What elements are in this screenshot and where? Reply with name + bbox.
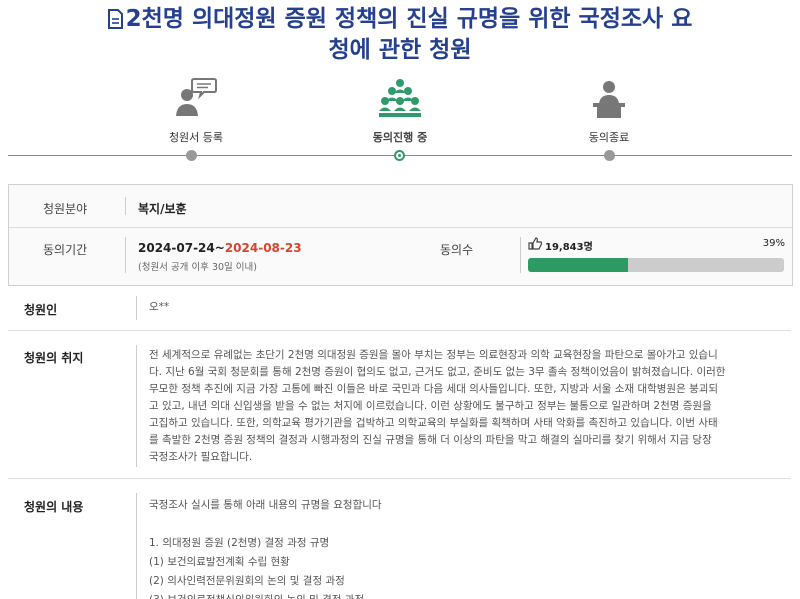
content-line: 1. 의대정원 증원 (2천명) 결정 과정 규명 [149, 537, 330, 549]
purpose-line: 국정조사가 필요합니다. [149, 451, 253, 463]
content-line: (3) 보건의료정책심의위원회의 논의 및 결정 과정 [149, 591, 785, 599]
period-start: 2024-07-24~ [138, 241, 225, 255]
content-line: (2) 의사인력전문위원회의 논의 및 결정 과정 [149, 575, 345, 587]
petitioner-label: 청원인 [24, 303, 58, 317]
divider [125, 237, 126, 273]
purpose-line: 다. 지난 6월 국회 청문회를 통해 2천명 증원이 협의도 없고, 근거도 … [149, 366, 726, 378]
petitioner-speaking-icon [176, 78, 217, 116]
petitioner-section: 청원인 오** [8, 286, 791, 331]
petition-title-line2: 청에 관한 청원 [328, 37, 472, 63]
step-registration: 청원서 등록 [126, 76, 266, 145]
document-icon [107, 9, 123, 29]
purpose-text: 전 세계적으로 유례없는 초단기 2천명 의대정원 증원을 몰아 부치는 정부는… [149, 347, 785, 466]
divider [136, 345, 137, 467]
divider [520, 237, 521, 273]
petitioner-value: 오** [149, 301, 170, 313]
field-value: 복지/보훈 [138, 202, 187, 216]
content-intro: 국정조사 실시를 통해 아래 내용의 규명을 요청합니다 [149, 499, 382, 511]
purpose-line: 를 촉발한 2천명 증원 정책의 결정과 시행과정의 진실 규명을 통해 더 이… [149, 434, 712, 446]
divider [125, 197, 126, 215]
thumbs-up-icon [528, 237, 542, 250]
divider [136, 493, 137, 599]
group-people-icon [379, 79, 421, 117]
step-dot-closed [604, 150, 615, 161]
content-label: 청원의 내용 [24, 500, 84, 514]
info-row-field: 청원분야 복지/보훈 [9, 185, 792, 228]
period-label: 동의기간 [43, 243, 88, 257]
step-closed-label: 동의종료 [588, 131, 630, 144]
step-dot-in-progress [394, 150, 405, 161]
purpose-line: 전 세계적으로 유례없는 초단기 2천명 의대정원 증원을 몰아 부치는 정부는… [149, 349, 718, 361]
period-note: (청원서 공개 이후 30일 이내) [138, 262, 257, 273]
purpose-line: 무모한 정책 추진에 지금 가장 고통에 빠진 이들은 바로 국민과 다음 세대… [149, 383, 719, 395]
petition-info-box: 청원분야 복지/보훈 동의기간 2024-07-24~2024-08-23 (청… [8, 184, 793, 286]
purpose-label: 청원의 취지 [24, 351, 84, 365]
step-closed: 동의종료 [539, 76, 679, 145]
period-end: 2024-08-23 [224, 241, 302, 255]
podium-person-icon [593, 81, 625, 118]
agree-count-label: 동의수 [440, 243, 474, 257]
petition-title: 2천명 의대정원 증원 정책의 진실 규명을 위한 국정조사 요 청에 관한 청… [0, 4, 800, 66]
agree-percent: 39% [762, 238, 785, 249]
step-in-progress-label: 동의진행 중 [372, 131, 428, 144]
period-dates: 2024-07-24~2024-08-23 [138, 241, 302, 255]
step-in-progress: 동의진행 중 [330, 76, 470, 145]
divider [136, 296, 137, 320]
content-line: (1) 보건의료발전계획 수립 현황 [149, 556, 290, 568]
agree-progress-bar [528, 258, 784, 272]
purpose-line: 고집하고 있습니다. 또한, 의학교육 평가기관을 겁박하고 의학교육의 부실화… [149, 417, 718, 429]
content-text: 국정조사 실시를 통해 아래 내용의 규명을 요청합니다 1. 의대정원 증원 … [149, 496, 785, 599]
purpose-line: 고 있고, 내년 의대 신입생을 받을 수 없는 처지에 이르렀습니다. 이런 … [149, 400, 712, 412]
field-label: 청원분야 [43, 202, 88, 216]
petition-title-text-1: 2천명 의대정원 증원 정책의 진실 규명을 위한 국정조사 요 [125, 6, 693, 32]
agree-progress-fill [528, 258, 628, 272]
petition-title-line1: 2천명 의대정원 증원 정책의 진실 규명을 위한 국정조사 요 [0, 4, 800, 35]
agree-count: 19,843명 [545, 242, 593, 253]
content-section: 청원의 내용 국정조사 실시를 통해 아래 내용의 규명을 요청합니다 1. 의… [8, 479, 791, 599]
step-dot-registration [186, 150, 197, 161]
step-registration-label: 청원서 등록 [168, 131, 224, 144]
purpose-section: 청원의 취지 전 세계적으로 유례없는 초단기 2천명 의대정원 증원을 몰아 … [8, 331, 791, 479]
